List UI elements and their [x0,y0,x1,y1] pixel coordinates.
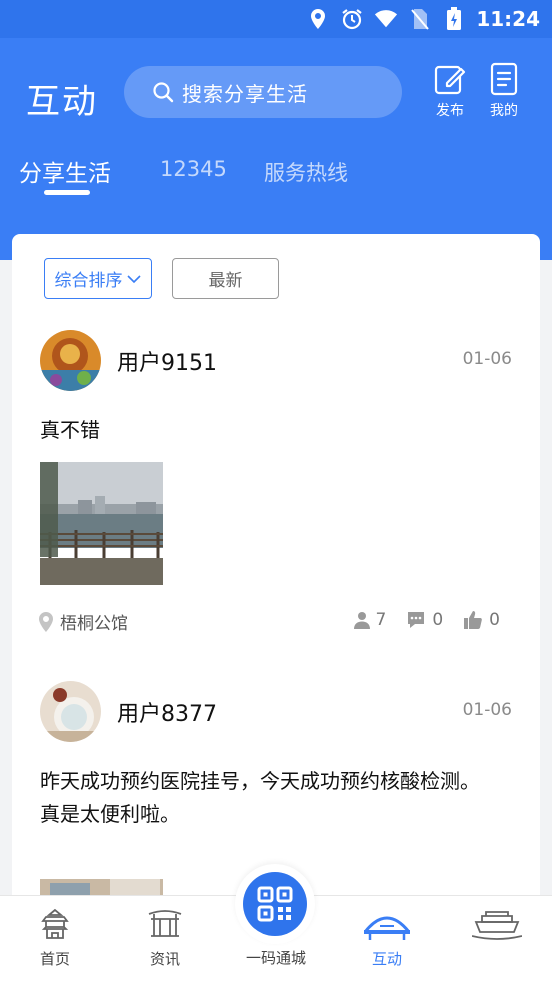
sort-comprehensive-dropdown[interactable]: 综合排序 [44,258,152,299]
nav-news[interactable]: 资讯 [130,908,200,969]
location-icon [306,7,330,31]
status-icons: 11:24 [306,6,540,32]
thumbs-up-icon [464,611,483,629]
post-date: 01-06 [462,700,512,720]
sort-latest-label: 最新 [208,271,243,291]
qr-code-icon [257,886,293,922]
nav-interact-label: 互动 [371,950,402,968]
comment-icon [408,612,425,628]
post-text: 昨天成功预约医院挂号，今天成功预约核酸检测。 真是太便利啦。 [40,765,510,831]
temple-icon [41,908,69,939]
document-icon [490,62,518,96]
views-stat: 7 [353,610,387,630]
page-title: 互动 [26,82,98,122]
battery-charging-icon [442,7,466,31]
nav-home[interactable]: 首页 [20,908,90,969]
sort-comprehensive-label: 综合排序 [54,271,123,291]
one-code-city-button[interactable] [235,864,315,944]
avatar[interactable] [40,681,101,742]
mine-label: 我的 [490,103,518,119]
status-time: 11:24 [476,7,540,31]
one-code-city-label[interactable]: 一码通城 [236,947,316,968]
post-stats: 7 0 0 [353,610,500,630]
nav-news-label: 资讯 [149,950,180,968]
header: 互动 搜索分享生活 发布 我的 分享生活 12345 服务热线 [0,38,552,260]
publish-label: 发布 [436,103,464,119]
nav-tourism[interactable] [462,908,532,948]
nav-home-label: 首页 [39,950,70,968]
boat-icon [472,911,522,940]
post-image[interactable] [40,462,163,585]
edit-icon [434,65,466,95]
views-count: 7 [375,610,387,630]
nav-interact[interactable]: 互动 [352,908,422,969]
post-text: 真不错 [40,418,100,442]
comments-count: 0 [432,610,444,630]
publish-button[interactable]: 发布 [428,62,472,120]
alarm-icon [340,7,364,31]
likes-stat[interactable]: 0 [463,610,500,630]
feed-card: 综合排序 最新 用户9151 01-06 真不错 梧桐公馆 7 0 0 用户83… [12,234,540,914]
gate-icon [148,910,182,937]
tab-12345[interactable]: 12345 [160,157,227,181]
status-bar: 11:24 [0,0,552,38]
post-text-line: 真是太便利啦。 [40,802,180,826]
search-placeholder: 搜索分享生活 [182,81,308,106]
tab-bar: 分享生活 12345 服务热线 [0,154,552,204]
person-icon [353,612,370,629]
username: 用户9151 [117,351,217,376]
search-bar[interactable]: 搜索分享生活 [124,66,402,118]
search-icon [153,82,174,103]
location-label: 梧桐公馆 [60,614,128,634]
bridge-icon [364,916,410,940]
post-location: 梧桐公馆 [38,609,128,634]
tab-service-hotline[interactable]: 服务热线 [264,157,348,187]
location-pin-icon [39,611,53,632]
wifi-icon [374,7,398,31]
username: 用户8377 [117,702,217,727]
mine-button[interactable]: 我的 [482,62,526,120]
no-sim-icon [408,7,432,31]
comments-stat[interactable]: 0 [406,610,443,630]
tab-share-life[interactable]: 分享生活 [19,154,111,188]
post-date: 01-06 [462,349,512,369]
tab-active-indicator [44,190,90,195]
one-code-city-circle [243,872,307,936]
likes-count: 0 [489,610,500,630]
chevron-down-icon [126,274,141,283]
post-text-line: 昨天成功预约医院挂号，今天成功预约核酸检测。 [40,769,480,793]
sort-latest-button[interactable]: 最新 [172,258,279,299]
post-item[interactable]: 用户9151 01-06 真不错 梧桐公馆 7 0 0 [12,330,540,660]
avatar[interactable] [40,330,101,391]
